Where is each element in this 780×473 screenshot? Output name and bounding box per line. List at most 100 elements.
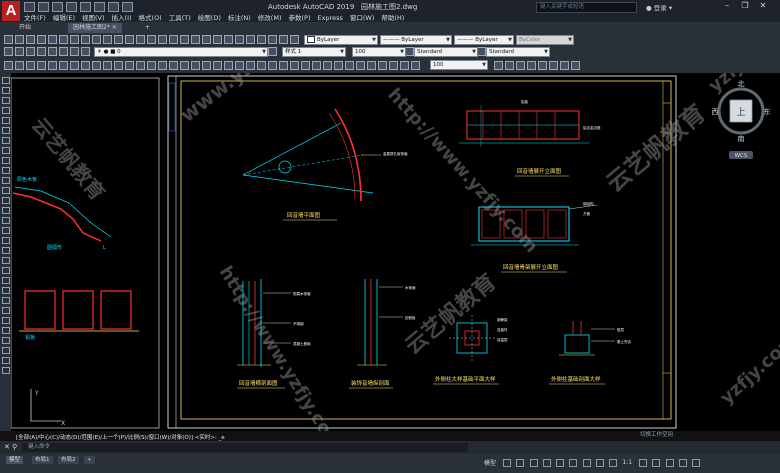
draw-tool-icon[interactable]	[2, 157, 10, 164]
draw-tool-icon[interactable]	[114, 61, 123, 70]
draw-tool-icon[interactable]	[2, 107, 10, 114]
model-space-button[interactable]: 模型	[484, 460, 496, 467]
modify-tool-icon[interactable]	[527, 61, 536, 70]
draw-tool-icon[interactable]	[312, 61, 321, 70]
fullscreen-icon[interactable]	[678, 458, 687, 467]
print-icon[interactable]	[80, 2, 91, 12]
draw-tool-icon[interactable]	[2, 137, 10, 144]
draw-tool-icon[interactable]	[345, 61, 354, 70]
new-tab-button[interactable]: +	[140, 23, 156, 33]
modify-tool-icon[interactable]	[560, 61, 569, 70]
menu-item[interactable]: 窗口(W)	[350, 12, 375, 22]
new-icon[interactable]	[24, 2, 35, 12]
draw-tool-icon[interactable]	[202, 61, 211, 70]
menu-item[interactable]: 插入(I)	[112, 12, 132, 22]
modify-tool-icon[interactable]	[538, 61, 547, 70]
draw-tool-icon[interactable]	[2, 187, 10, 194]
draw-tool-icon[interactable]	[290, 61, 299, 70]
tool-icon[interactable]	[268, 35, 277, 44]
draw-tool-icon[interactable]	[2, 127, 10, 134]
ortho-icon[interactable]	[529, 458, 538, 467]
draw-tool-icon[interactable]	[191, 61, 200, 70]
menu-item[interactable]: 工具(T)	[169, 12, 191, 22]
login-button[interactable]: ● 登录 ▾	[646, 2, 672, 12]
layout-tab-1[interactable]: 布局1	[32, 456, 53, 464]
draw-tool-icon[interactable]	[125, 61, 134, 70]
draw-tool-icon[interactable]	[2, 227, 10, 234]
tablestyle-select[interactable]: Standard ▼	[486, 47, 550, 57]
draw-tool-icon[interactable]	[2, 287, 10, 294]
app-menu-button[interactable]: A	[2, 1, 20, 21]
annotation-scale-select[interactable]: 100 ▼	[352, 47, 406, 57]
menu-item[interactable]: 标注(N)	[228, 12, 251, 22]
layer-tool-icon[interactable]	[59, 47, 68, 56]
draw-tool-icon[interactable]	[103, 61, 112, 70]
cad-drawing[interactable]: Y X 原色木板 圆弧形 L 铝板 回音墙平面图 回音墙展开立面图 回音墙骨架展…	[11, 73, 780, 431]
annotation-monitor-icon[interactable]	[652, 458, 661, 467]
tool-icon[interactable]	[290, 35, 299, 44]
draw-tool-icon[interactable]	[2, 87, 10, 94]
draw-tool-icon[interactable]	[2, 317, 10, 324]
draw-tool-icon[interactable]	[246, 61, 255, 70]
add-layout-button[interactable]: +	[84, 456, 95, 464]
draw-tool-icon[interactable]	[378, 61, 387, 70]
linetype-select[interactable]: ——— ByLayer ▼	[380, 35, 452, 45]
draw-tool-icon[interactable]	[2, 167, 10, 174]
modify-tool-icon[interactable]	[571, 61, 580, 70]
menu-item[interactable]: 视图(V)	[82, 12, 105, 22]
polar-icon[interactable]	[542, 458, 551, 467]
compass-east[interactable]: 东	[764, 107, 771, 116]
draw-tool-icon[interactable]	[301, 61, 310, 70]
draw-tool-icon[interactable]	[2, 77, 10, 84]
tool-icon[interactable]	[37, 35, 46, 44]
otrack-icon[interactable]	[569, 458, 578, 467]
draw-tool-icon[interactable]	[48, 61, 57, 70]
tool-icon[interactable]	[59, 35, 68, 44]
save-icon[interactable]	[52, 2, 63, 12]
draw-tool-icon[interactable]	[2, 207, 10, 214]
draw-tool-icon[interactable]	[70, 61, 79, 70]
draw-tool-icon[interactable]	[2, 307, 10, 314]
selection-cycling-icon[interactable]	[609, 458, 618, 467]
menu-item[interactable]: 绘图(D)	[198, 12, 221, 22]
tool-icon[interactable]	[125, 35, 134, 44]
dimstyle-icon[interactable]	[268, 47, 277, 56]
tool-icon[interactable]	[147, 35, 156, 44]
tool-icon[interactable]	[202, 35, 211, 44]
draw-tool-icon[interactable]	[2, 277, 10, 284]
draw-tool-icon[interactable]	[2, 197, 10, 204]
color-select[interactable]: ByLayer ▼	[304, 35, 378, 45]
lineweight-select[interactable]: ——— ByLayer ▼	[454, 35, 514, 45]
tool-icon[interactable]	[81, 35, 90, 44]
modify-tool-icon[interactable]	[516, 61, 525, 70]
osnap-icon[interactable]	[556, 458, 565, 467]
draw-tool-icon[interactable]	[334, 61, 343, 70]
tool-icon[interactable]	[224, 35, 233, 44]
saveas-icon[interactable]	[66, 2, 77, 12]
menu-item[interactable]: 修改(M)	[258, 12, 282, 22]
isolate-objects-icon[interactable]	[665, 458, 674, 467]
draw-tool-icon[interactable]	[356, 61, 365, 70]
drawing-canvas[interactable]: Y X 原色木板 圆弧形 L 铝板 回音墙平面图 回音墙展开立面图 回音墙骨架展…	[11, 73, 780, 431]
draw-tool-icon[interactable]	[224, 61, 233, 70]
draw-tool-icon[interactable]	[2, 217, 10, 224]
draw-tool-icon[interactable]	[180, 61, 189, 70]
menu-item[interactable]: 编辑(E)	[53, 12, 75, 22]
draw-tool-icon[interactable]	[2, 347, 10, 354]
draw-tool-icon[interactable]	[257, 61, 266, 70]
tool-icon[interactable]	[136, 35, 145, 44]
zoom-select[interactable]: 100 ▼	[430, 60, 488, 70]
draw-tool-icon[interactable]	[2, 357, 10, 364]
tool-icon[interactable]	[103, 35, 112, 44]
layer-select[interactable]: ☀ ● ■ 0 ▼	[94, 47, 268, 57]
draw-tool-icon[interactable]	[59, 61, 68, 70]
draw-tool-icon[interactable]	[81, 61, 90, 70]
draw-tool-icon[interactable]	[389, 61, 398, 70]
modify-tool-icon[interactable]	[494, 61, 503, 70]
restore-icon[interactable]: ❐	[736, 1, 754, 10]
draw-tool-icon[interactable]	[213, 61, 222, 70]
snap-icon[interactable]	[516, 458, 525, 467]
tool-icon[interactable]	[246, 35, 255, 44]
tool-icon[interactable]	[92, 35, 101, 44]
layer-tool-icon[interactable]	[15, 47, 24, 56]
